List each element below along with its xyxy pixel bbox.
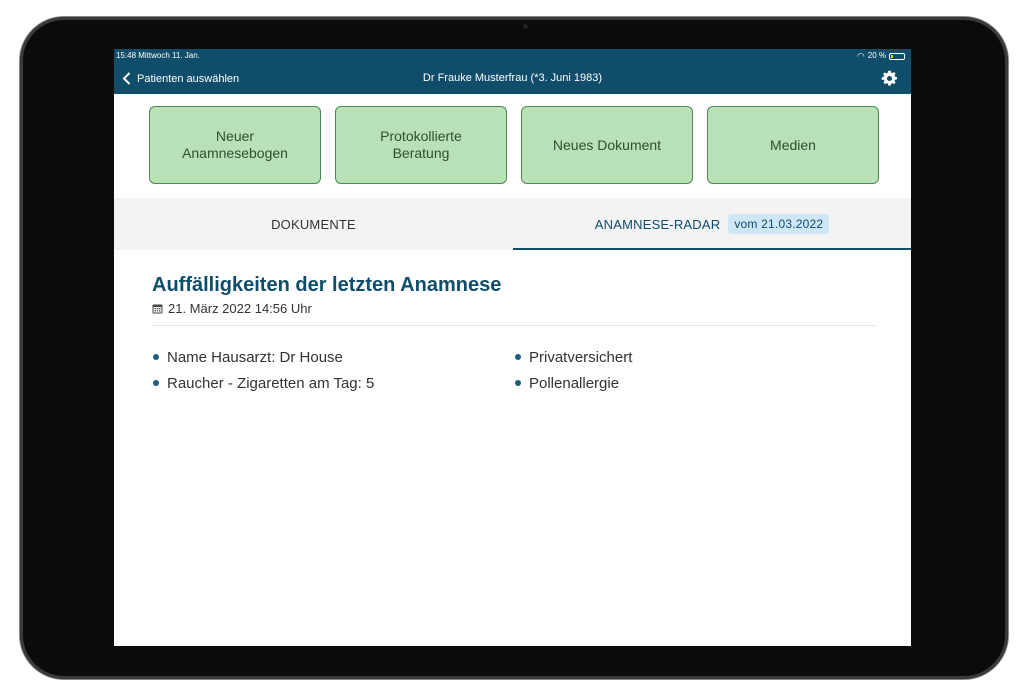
finding-text: Pollenallergie <box>529 374 620 392</box>
summary-date: 21. März 2022 14:56 Uhr <box>168 301 312 316</box>
status-bar: 15:48 Mittwoch 11. Jan. ◠ 20 % <box>114 49 911 63</box>
logged-consultation-button[interactable]: Protokollierte Beratung <box>335 106 507 184</box>
new-anamnesis-button[interactable]: Neuer Anamnesebogen <box>149 106 321 184</box>
tab-radar-label: ANAMNESE-RADAR <box>594 216 721 232</box>
action-buttons: Neuer Anamnesebogen Protokollierte Berat… <box>149 106 879 184</box>
battery-percent: 20 % <box>867 51 886 60</box>
list-item: Pollenallergie <box>514 370 876 396</box>
anamnesis-summary: Auffälligkeiten der letzten Anamnese 21.… <box>152 273 876 396</box>
list-item: Privatversichert <box>514 344 876 370</box>
gear-icon[interactable] <box>881 70 898 87</box>
battery-icon <box>889 52 905 60</box>
tab-anamnesis-radar[interactable]: ANAMNESE-RADAR vom 21.03.2022 <box>513 198 911 250</box>
new-document-button[interactable]: Neues Dokument <box>521 106 693 184</box>
findings-left: Name Hausarzt: Dr House Raucher - Zigare… <box>152 344 514 396</box>
patient-title: Dr Frauke Musterfrau (*3. Juni 1983) <box>422 72 603 84</box>
battery-fill <box>891 54 893 58</box>
summary-title: Auffälligkeiten der letzten Anamnese <box>152 274 502 296</box>
finding-text: Raucher - Zigaretten am Tag: 5 <box>167 374 375 392</box>
active-tab-indicator <box>513 248 911 250</box>
findings-columns: Name Hausarzt: Dr House Raucher - Zigare… <box>152 344 876 396</box>
tab-bar: DOKUMENTE ANAMNESE-RADAR vom 21.03.2022 <box>114 198 911 250</box>
bullet-icon <box>515 380 521 386</box>
wifi-icon: ◠ <box>856 51 865 61</box>
bullet-icon <box>153 354 159 360</box>
app-screen: 15:48 Mittwoch 11. Jan. ◠ 20 % Patienten… <box>114 49 911 646</box>
bullet-icon <box>515 354 521 360</box>
status-right: ◠ 20 % <box>857 49 905 63</box>
status-time: 15:48 <box>116 51 137 60</box>
tab-documents[interactable]: DOKUMENTE <box>114 198 513 250</box>
calendar-icon <box>152 304 163 314</box>
media-button[interactable]: Medien <box>707 106 879 184</box>
tab-documents-label: DOKUMENTE <box>271 216 356 232</box>
status-time-date: 15:48 Mittwoch 11. Jan. <box>116 49 200 63</box>
divider <box>152 325 876 326</box>
navigation-bar: Patienten auswählen Dr Frauke Musterfrau… <box>114 63 911 94</box>
status-date: Mittwoch 11. Jan. <box>138 51 200 60</box>
findings-right: Privatversichert Pollenallergie <box>514 344 876 396</box>
list-item: Name Hausarzt: Dr House <box>152 344 514 370</box>
camera-dot <box>523 24 528 29</box>
radar-date-badge: vom 21.03.2022 <box>728 214 830 234</box>
finding-text: Privatversichert <box>529 348 633 366</box>
bullet-icon <box>153 380 159 386</box>
summary-date-line: 21. März 2022 14:56 Uhr <box>152 301 876 316</box>
finding-text: Name Hausarzt: Dr House <box>167 348 343 366</box>
list-item: Raucher - Zigaretten am Tag: 5 <box>152 370 514 396</box>
